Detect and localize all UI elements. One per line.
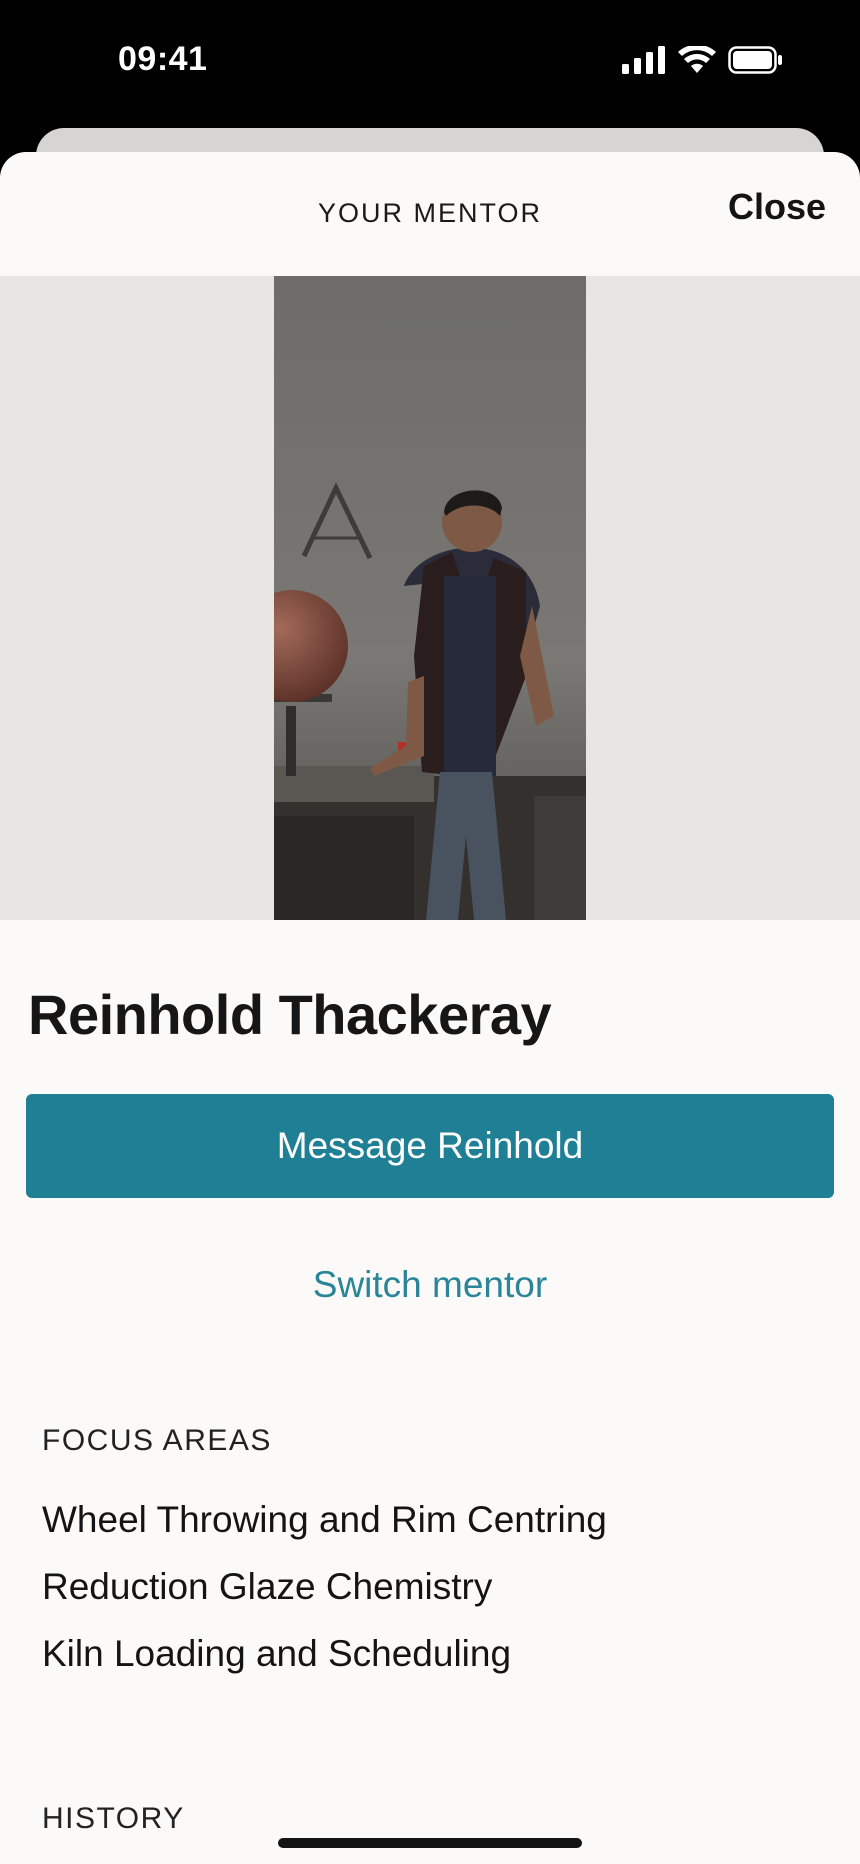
mentor-photo xyxy=(274,276,586,920)
sheet-header: YOUR MENTOR Close xyxy=(0,152,860,274)
wifi-icon xyxy=(678,46,716,73)
message-mentor-button[interactable]: Message Reinhold xyxy=(26,1094,834,1198)
focus-area-item: Reduction Glaze Chemistry xyxy=(42,1566,493,1607)
focus-areas-list: Wheel Throwing and Rim Centring Reductio… xyxy=(42,1494,607,1695)
close-button[interactable]: Close xyxy=(728,186,826,228)
cellular-signal-icon xyxy=(622,46,665,74)
focus-area-item: Kiln Loading and Scheduling xyxy=(42,1633,512,1674)
home-indicator[interactable] xyxy=(278,1838,582,1848)
status-time: 09:41 xyxy=(118,40,208,78)
photo-band xyxy=(0,276,860,920)
focus-areas-heading: FOCUS AREAS xyxy=(42,1424,272,1457)
switch-mentor-link[interactable]: Switch mentor xyxy=(0,1264,860,1306)
focus-area-item: Wheel Throwing and Rim Centring xyxy=(42,1499,607,1540)
history-heading: HISTORY xyxy=(42,1802,185,1835)
status-bar: 09:41 xyxy=(0,0,860,128)
status-icons xyxy=(622,44,784,76)
battery-icon xyxy=(728,46,782,74)
mentor-name: Reinhold Thackeray xyxy=(28,983,552,1046)
mentor-sheet: YOUR MENTOR Close Reinhold Thackeray Mes… xyxy=(0,152,860,1864)
